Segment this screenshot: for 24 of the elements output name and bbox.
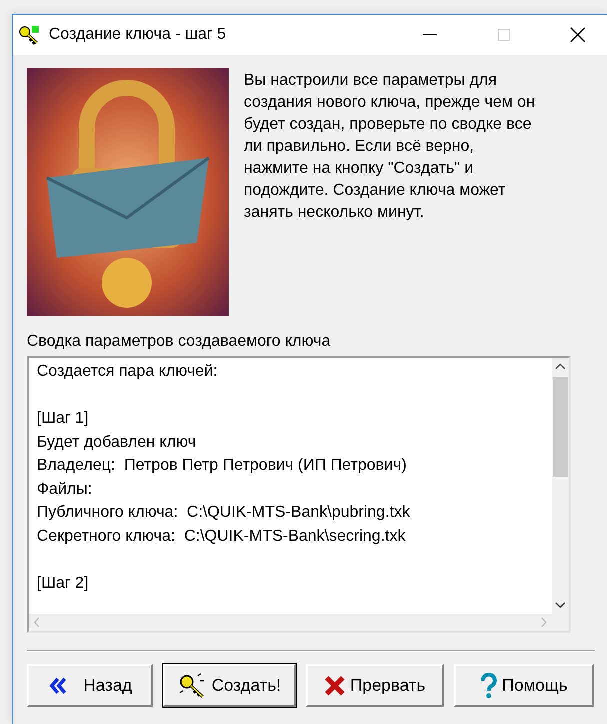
summary-line: Владелец: Петров Петр Петрович (ИП Петрович) (37, 456, 408, 476)
summary-textbox[interactable] (27, 356, 571, 633)
window-title: Создание ключа - шаг 5 (49, 26, 228, 44)
help-button[interactable]: Помощь (454, 664, 594, 707)
minimize-icon (423, 34, 437, 36)
key-icon (19, 25, 41, 45)
horizontal-scrollbar[interactable] (29, 614, 569, 631)
summary-line: Секретного ключа: C:\QUIK-MTS-Bank\secring.txk (37, 526, 407, 546)
summary-line: [Шаг 2] (37, 574, 90, 594)
close-icon (569, 26, 587, 44)
question-mark-icon (480, 672, 498, 698)
summary-line: Будет добавлен ключ (37, 432, 198, 452)
cross-icon (324, 674, 346, 696)
vertical-scrollbar[interactable] (552, 358, 569, 614)
summary-label: Сводка параметров создаваемого ключа (27, 332, 332, 352)
summary-line: Создается пара ключей: (37, 362, 219, 382)
back-button[interactable]: Назад (27, 664, 153, 707)
abort-button[interactable]: Прервать (306, 664, 444, 707)
summary-line: Файлы: (37, 480, 94, 500)
instruction-text: Вы настроили все параметры для создания нового ключа, прежде чем он будет создан, проверьте по сводке все ли правильно. Если всё верно, нажмите на кнопку "Создать" и подождите. Создание ключа может занять несколько минут. (244, 71, 536, 223)
summary-line: Публичного ключа: C:\QUIK-MTS-Bank\pubring.txk (37, 503, 412, 523)
create-button[interactable]: Создать! (163, 664, 296, 707)
summary-line: [Шаг 1] (37, 409, 90, 429)
maximize-icon (495, 26, 513, 44)
